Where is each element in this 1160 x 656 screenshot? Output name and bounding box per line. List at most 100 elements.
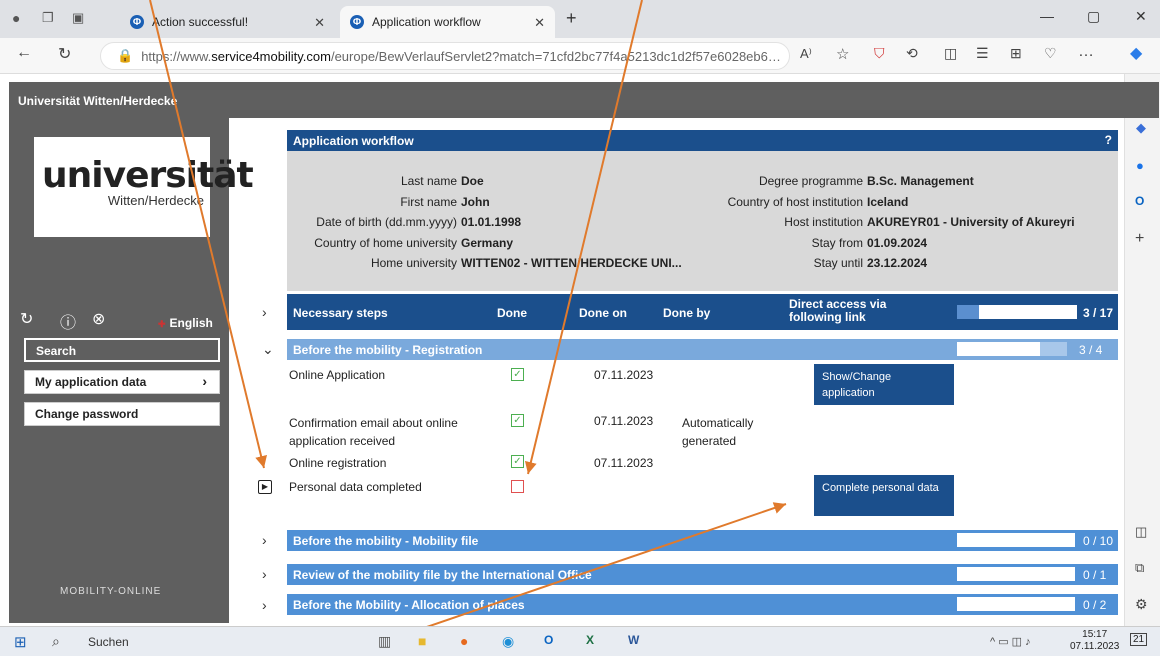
info-label: First name bbox=[400, 194, 457, 209]
file-explorer-icon[interactable]: ■ bbox=[418, 633, 426, 649]
site-favicon-icon: Φ bbox=[350, 15, 364, 29]
tab-application-workflow[interactable]: Φ Application workflow ✕ bbox=[340, 6, 555, 38]
step-name: Online registration bbox=[289, 456, 387, 470]
info-label: Last name bbox=[400, 174, 457, 188]
settings-gear-icon[interactable]: ⚙ bbox=[1135, 596, 1148, 613]
done-checkbox: ✓ bbox=[511, 414, 524, 427]
close-tab-icon[interactable]: ✕ bbox=[314, 15, 325, 31]
info-value: Doe bbox=[461, 174, 484, 188]
favorites-icon[interactable]: ☰ bbox=[976, 45, 989, 62]
refresh-icon[interactable]: ↻ bbox=[58, 44, 71, 64]
refresh-session-icon[interactable]: ↻ bbox=[20, 309, 33, 329]
outlook-icon[interactable]: O bbox=[1135, 194, 1144, 208]
address-bar[interactable]: 🔒 https://www. service4mobility.com/europ… bbox=[100, 42, 790, 70]
system-tray-icons[interactable]: ^ ▭ ◫ ♪ bbox=[990, 635, 1031, 648]
external-link-icon[interactable]: ⧉ bbox=[1135, 560, 1144, 576]
collections-icon[interactable]: ⊞ bbox=[1010, 45, 1022, 62]
extensions-icon[interactable]: ⟲ bbox=[906, 45, 918, 62]
new-tab-icon[interactable]: + bbox=[566, 8, 577, 29]
my-application-data-button[interactable]: My application data › bbox=[24, 370, 220, 394]
info-right-values: B.Sc. Management Iceland AKUREYR01 - Uni… bbox=[867, 171, 1117, 274]
col-done: Done bbox=[497, 306, 527, 320]
info-label: Country of host institution bbox=[727, 194, 863, 209]
add-sidebar-icon[interactable]: + bbox=[1135, 230, 1144, 248]
section-progress bbox=[957, 342, 1067, 356]
col-direct-access: Direct access via following link bbox=[789, 297, 887, 324]
hide-sidebar-icon[interactable]: ◫ bbox=[1135, 524, 1147, 540]
step-name: Confirmation email about online applicat… bbox=[289, 416, 458, 448]
taskbar-search-label[interactable]: Suchen bbox=[88, 635, 129, 649]
info-value: Germany bbox=[461, 235, 514, 250]
info-right-labels: Degree programme Country of host institu… bbox=[687, 171, 863, 274]
done-checkbox: ✓ bbox=[511, 455, 524, 468]
url-domain: service4mobility.com bbox=[211, 48, 331, 64]
collapse-chevron-icon[interactable]: ⌄ bbox=[262, 341, 274, 358]
logout-icon[interactable]: ⊗ bbox=[92, 309, 105, 329]
not-done-checkbox bbox=[511, 480, 524, 493]
section-title: Before the mobility - Registration bbox=[293, 343, 483, 357]
tools-icon[interactable]: ● bbox=[1136, 158, 1144, 173]
tab-action-successful[interactable]: Φ Action successful! ✕ bbox=[120, 6, 335, 38]
tab-actions-icon[interactable]: ▣ bbox=[72, 10, 84, 26]
section-registration[interactable]: Before the mobility - Registration 3 / 4 bbox=[287, 339, 1118, 360]
done-checkbox: ✓ bbox=[511, 368, 524, 381]
complete-personal-data-button[interactable]: Complete personal data bbox=[814, 475, 954, 516]
help-icon[interactable]: ⓘ bbox=[60, 309, 76, 333]
university-title: Universität Witten/Herdecke bbox=[18, 94, 178, 108]
expand-chevron-icon[interactable]: › bbox=[262, 532, 267, 548]
edge-icon[interactable]: ◉ bbox=[502, 633, 514, 650]
expand-all-chevron-icon[interactable]: › bbox=[262, 304, 267, 320]
maximize-icon[interactable]: ▢ bbox=[1087, 8, 1100, 25]
split-screen-icon[interactable]: ◫ bbox=[944, 45, 957, 62]
section-review[interactable]: Review of the mobility file by the Inter… bbox=[287, 564, 1118, 585]
section-title: Review of the mobility file by the Inter… bbox=[293, 568, 592, 582]
section-mobility-file[interactable]: Before the mobility - Mobility file 0 / … bbox=[287, 530, 1118, 551]
section-count: 0 / 2 bbox=[1083, 598, 1107, 612]
minimize-icon[interactable]: — bbox=[1040, 8, 1054, 24]
section-title: Before the Mobility - Allocation of plac… bbox=[293, 598, 525, 612]
close-tab-icon[interactable]: ✕ bbox=[534, 15, 545, 31]
col-done-on: Done on bbox=[579, 306, 627, 320]
health-icon[interactable]: ♡ bbox=[1044, 45, 1057, 62]
workspaces-icon[interactable]: ❐ bbox=[42, 10, 54, 26]
copilot-icon[interactable]: ◆ bbox=[1130, 43, 1142, 63]
close-window-icon[interactable]: ✕ bbox=[1135, 8, 1147, 25]
outlook-taskbar-icon[interactable]: O bbox=[544, 633, 553, 647]
word-icon[interactable]: W bbox=[628, 633, 639, 647]
section-allocation[interactable]: Before the Mobility - Allocation of plac… bbox=[287, 594, 1118, 615]
steps-header: Necessary steps Done Done on Done by Dir… bbox=[287, 294, 1118, 330]
read-aloud-icon[interactable]: A⁾ bbox=[800, 46, 812, 62]
language-selector[interactable]: ✚ English bbox=[158, 316, 213, 330]
windows-start-icon[interactable]: ⊞ bbox=[14, 633, 27, 651]
shield-extension-icon[interactable]: ⛉ bbox=[874, 45, 885, 62]
total-count: 3 / 17 bbox=[1083, 306, 1114, 320]
favorite-star-icon[interactable]: ☆ bbox=[836, 45, 849, 63]
workflow-title: Application workflow bbox=[293, 134, 414, 148]
show-change-application-button[interactable]: Show/Change application bbox=[814, 364, 954, 405]
col-done-by: Done by bbox=[663, 306, 711, 320]
back-icon[interactable]: ← bbox=[16, 44, 32, 62]
workflow-title-bar: Application workflow ? bbox=[287, 130, 1118, 151]
more-menu-icon[interactable]: … bbox=[1078, 43, 1094, 61]
step-date: 07.11.2023 bbox=[594, 456, 654, 470]
expand-chevron-icon[interactable]: › bbox=[262, 566, 267, 582]
clock[interactable]: 15:17 07.11.2023 bbox=[1070, 629, 1119, 653]
info-value: John bbox=[461, 194, 490, 209]
shopping-icon[interactable]: ◆ bbox=[1136, 120, 1146, 136]
info-label: Degree programme bbox=[758, 174, 863, 188]
task-view-icon[interactable]: ▥ bbox=[378, 633, 391, 650]
search-button[interactable]: Search bbox=[24, 338, 220, 362]
info-left-values: Doe John 01.01.1998 Germany WITTEN02 - W… bbox=[461, 171, 721, 274]
time: 15:17 bbox=[1082, 629, 1108, 640]
section-count: 0 / 10 bbox=[1083, 534, 1114, 548]
excel-icon[interactable]: X bbox=[586, 633, 594, 647]
section-progress bbox=[957, 567, 1075, 581]
firefox-icon[interactable]: ● bbox=[460, 633, 468, 649]
profile-icon[interactable]: ● bbox=[12, 10, 20, 26]
total-progress bbox=[957, 305, 1077, 319]
taskbar-search-icon[interactable]: ⌕ bbox=[52, 633, 60, 650]
help-circle-icon[interactable]: ? bbox=[1105, 133, 1112, 147]
expand-chevron-icon[interactable]: › bbox=[262, 597, 267, 613]
change-password-button[interactable]: Change password bbox=[24, 402, 220, 426]
notification-badge[interactable]: 21 bbox=[1130, 633, 1148, 646]
